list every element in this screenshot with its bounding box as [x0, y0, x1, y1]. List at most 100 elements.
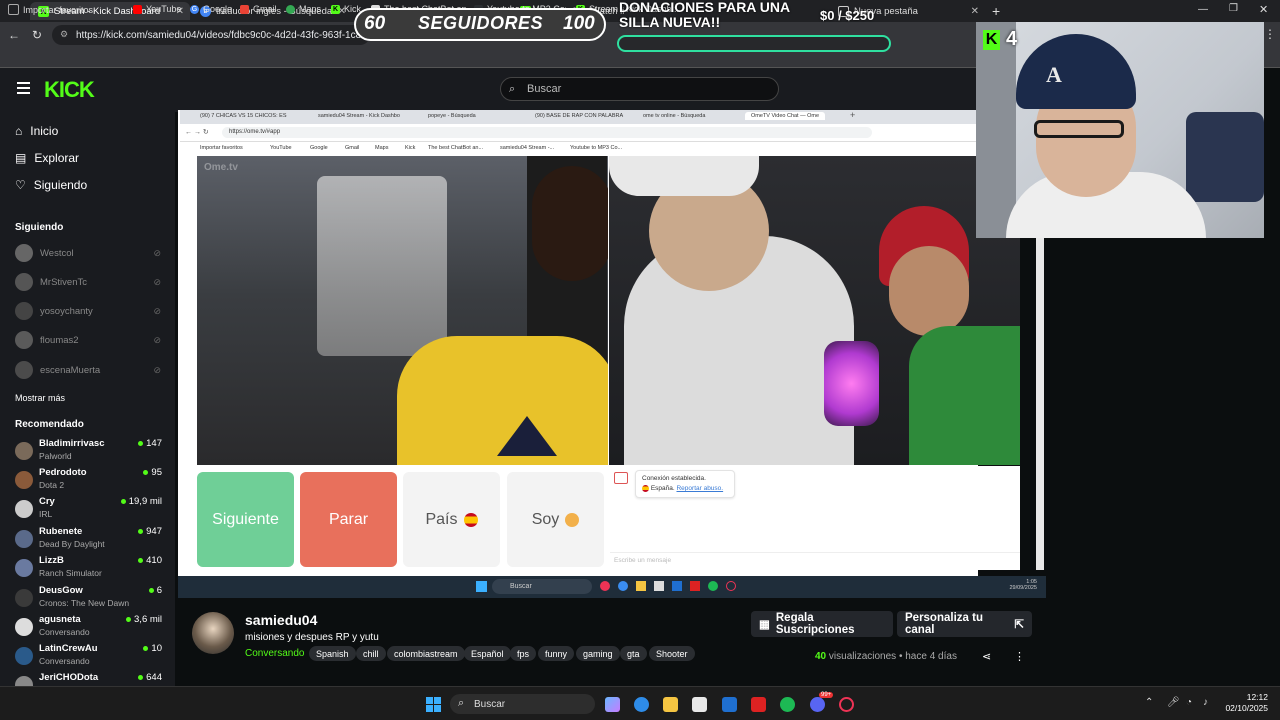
recommended-item[interactable]: agusneta Conversando 3,6 mil	[15, 614, 162, 640]
following-item[interactable]: escenaMuerta ⊘	[15, 361, 165, 379]
copilot-icon[interactable]	[605, 697, 620, 712]
avatar	[15, 589, 33, 607]
nav-siguiendo[interactable]: ♡ Siguiendo	[15, 178, 87, 192]
wifi-icon[interactable]: ◔	[1186, 697, 1192, 708]
bookmark-gmail[interactable]: Gmail	[240, 4, 277, 14]
inner-bookmark: Kick	[405, 145, 416, 151]
bookmark-import[interactable]: Importar favoritos	[8, 4, 93, 15]
stream-category[interactable]: Conversando	[245, 648, 304, 659]
next-button: Siguiente	[197, 472, 294, 567]
offline-icon: ⊘	[153, 276, 161, 287]
recommended-item[interactable]: Rubenete Dead By Daylight 947	[15, 526, 162, 552]
bookmark-kick[interactable]: K Kick	[331, 4, 361, 14]
show-more-link[interactable]: Mostrar más	[15, 393, 65, 403]
spotify-icon[interactable]	[780, 697, 795, 712]
tag-gta[interactable]: gta	[620, 646, 647, 661]
new-tab-button[interactable]: +	[992, 3, 1000, 19]
site-info-icon[interactable]: ⚙	[60, 29, 68, 40]
outlook-icon[interactable]	[722, 697, 737, 712]
heart-icon: ♡	[15, 178, 26, 192]
cap-logo-icon: A	[1046, 62, 1062, 87]
inner-tab: ome tv online - Búsqueda	[643, 113, 706, 119]
recommended-item[interactable]: Cry IRL 19,9 mil	[15, 496, 162, 522]
tag-fps[interactable]: fps	[510, 646, 537, 661]
gmail-icon	[240, 4, 249, 14]
chrome-icon[interactable]	[634, 697, 649, 712]
hamburger-menu-icon[interactable]	[17, 82, 30, 94]
kick-logo[interactable]: KICK	[44, 77, 95, 103]
inner-app-icon	[708, 581, 718, 591]
url-input[interactable]: https://kick.com/samiedu04/videos/fdbc9c…	[52, 25, 370, 45]
search-input[interactable]: Buscar	[500, 77, 779, 101]
recommended-item[interactable]: LizzB Ranch Simulator 410	[15, 555, 162, 581]
recommended-item[interactable]: Pedrodoto Dota 2 95	[15, 467, 162, 493]
discord-icon[interactable]	[810, 697, 825, 712]
followers-goal: 100	[563, 13, 595, 34]
inner-taskbar-apps	[600, 581, 760, 592]
channel-avatar[interactable]	[192, 612, 234, 654]
navy-cap-shape	[1016, 34, 1136, 109]
tag-spanish[interactable]: Spanish	[309, 646, 356, 661]
store-icon[interactable]	[692, 697, 707, 712]
recommended-item[interactable]: DeusGow Cronos: The New Dawn 6	[15, 585, 162, 611]
following-item[interactable]: yosoychanty ⊘	[15, 302, 165, 320]
green-shirt-shape	[909, 326, 1020, 465]
volume-icon[interactable]: ♪	[1203, 697, 1208, 708]
tag-espanol[interactable]: Español	[464, 646, 511, 661]
inner-tab: (90) BASE DE RAP CON PALABRA	[535, 113, 624, 119]
microphone-icon[interactable]: 🎤︎	[1167, 697, 1180, 708]
obs-icon[interactable]	[839, 697, 854, 712]
gift-subs-button[interactable]: ▦ Regala Suscripciones	[751, 611, 893, 637]
bookmark-youtube[interactable]: YouTube	[133, 4, 181, 14]
inner-bookmark: Maps	[375, 145, 389, 151]
following-item[interactable]: Westcol ⊘	[15, 244, 165, 262]
tag-funny[interactable]: funny	[538, 646, 575, 661]
recommended-item[interactable]: Bladimirrivasc Palworld 147	[15, 438, 162, 464]
file-explorer-icon[interactable]	[663, 697, 678, 712]
live-dot-icon	[148, 588, 154, 593]
streamer-webcam: A	[976, 22, 1264, 238]
reload-icon[interactable]: ↻	[32, 28, 42, 42]
following-item[interactable]: floumas2 ⊘	[15, 331, 165, 349]
taskbar-search[interactable]: Buscar	[450, 694, 595, 714]
donation-progress-bar	[617, 35, 891, 52]
following-item[interactable]: MrStivenTc ⊘	[15, 273, 165, 291]
boy-emoji-icon	[565, 512, 580, 527]
close-window-icon[interactable]: ✕	[1259, 3, 1268, 16]
tray-chevron-icon[interactable]: ⌃	[1145, 697, 1153, 708]
inner-app-icon	[618, 581, 628, 591]
close-tab-icon[interactable]: ✕	[971, 6, 979, 17]
menu-icon[interactable]: ⋮	[1264, 27, 1276, 41]
inner-bookmark: Youtube to MP3 Co...	[570, 145, 623, 151]
inner-bookmark: YouTube	[270, 145, 292, 151]
inner-tab: samiedu04 Stream - Kick Dashbo	[318, 113, 400, 119]
customize-channel-button[interactable]: Personaliza tu canal ⇱	[897, 611, 1032, 637]
cap-shape	[609, 156, 759, 196]
back-icon[interactable]: ←	[8, 28, 20, 42]
windows-start-icon[interactable]	[426, 697, 441, 712]
share-icon[interactable]: ⋖	[982, 650, 991, 663]
nav-explorar[interactable]: ▤ Explorar	[15, 151, 79, 165]
recommended-item[interactable]: JeriCHODota 644	[15, 672, 162, 686]
tag-colombiastream[interactable]: colombiastream	[387, 646, 465, 661]
tag-chill[interactable]: chill	[356, 646, 386, 661]
more-options-icon[interactable]: ⋮	[1014, 650, 1025, 663]
external-link-icon: ⇱	[1014, 619, 1024, 631]
system-clock[interactable]: 12:12 02/10/2025	[1222, 692, 1268, 714]
minimize-icon[interactable]: —	[1198, 4, 1208, 15]
tag-shooter[interactable]: Shooter	[649, 646, 695, 661]
views-info: 40 visualizaciones • hace 4 días	[815, 651, 957, 662]
bookmark-maps[interactable]: Maps	[286, 4, 321, 14]
nav-inicio[interactable]: ⌂ Inicio	[15, 124, 58, 138]
channel-name[interactable]: samiedu04	[245, 612, 317, 628]
glasses-shape	[1034, 120, 1124, 138]
maximize-icon[interactable]: ❐	[1229, 3, 1238, 14]
tag-gaming[interactable]: gaming	[576, 646, 620, 661]
maps-icon	[286, 4, 295, 14]
import-icon	[8, 4, 19, 15]
inner-clock: 1:05 29/09/2025	[1009, 579, 1037, 591]
recommended-item[interactable]: LatinCrewAu Conversando 10	[15, 643, 162, 669]
bookmark-google[interactable]: G Google	[190, 4, 232, 14]
youtube-icon[interactable]	[751, 697, 766, 712]
gift-icon: ▦	[759, 619, 770, 631]
